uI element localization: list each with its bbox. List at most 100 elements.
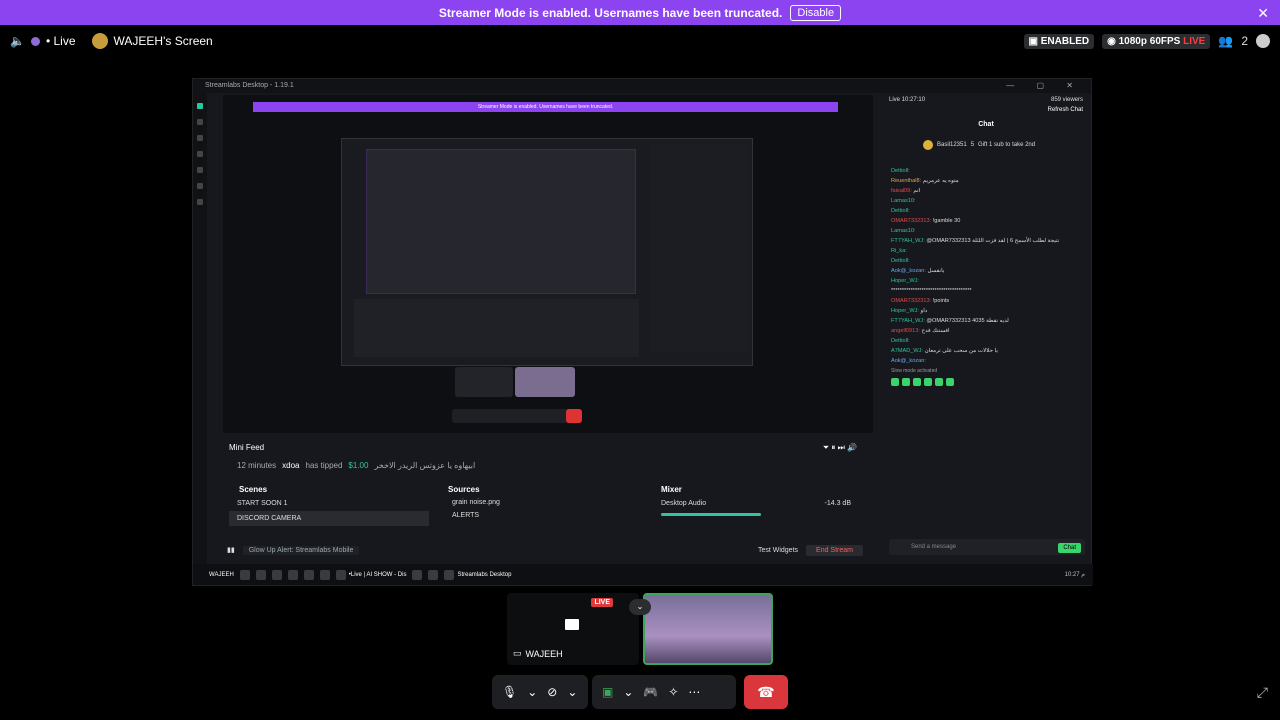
more-icon[interactable]: ⋯ <box>688 685 700 699</box>
chat-username[interactable]: Dettioll: <box>891 208 910 214</box>
window-title: Streamlabs Desktop - 1.19.1 <box>193 79 1091 93</box>
chat-username[interactable]: Aok@_kozan: <box>891 268 926 274</box>
chat-username[interactable]: Ri_ka: <box>891 248 907 254</box>
close-icon[interactable]: ✕ <box>1257 5 1269 22</box>
app-icon[interactable] <box>255 569 266 580</box>
chat-username[interactable]: Lamas10: <box>891 228 916 234</box>
themes-icon[interactable] <box>197 119 203 125</box>
nested-chat <box>650 145 748 351</box>
app-icon[interactable] <box>271 569 282 580</box>
glow-up-alert[interactable]: Glow Up Alert: Streamlabs Mobile <box>242 545 360 555</box>
stats-icon[interactable] <box>197 183 203 189</box>
taskbar-streamlabs[interactable]: Streamlabs Desktop <box>444 569 511 580</box>
mini-feed-controls[interactable]: ⏷ ⏸ ⏭ 🔊 <box>823 443 857 453</box>
layouts-icon[interactable] <box>197 135 203 141</box>
live-time: Live 10:27:10 <box>889 97 926 103</box>
screen-title: WAJEEH's Screen <box>113 34 213 48</box>
chat-text: يانقسل <box>927 268 945 274</box>
editor-icon[interactable] <box>197 103 203 109</box>
settings-icon[interactable] <box>197 199 203 205</box>
screen-share-icon[interactable]: ▣ <box>602 685 613 699</box>
call-controls: 🎙 ⌄ ⊘ ⌄ ▣ ⌄ 🎮 ✧ ⋯ ☎ <box>492 675 788 711</box>
chat-message: Dettioll: <box>891 256 1081 266</box>
disable-streamer-mode-button[interactable]: Disable <box>790 4 842 21</box>
emote-icon[interactable] <box>946 378 954 386</box>
emote-icon[interactable] <box>902 378 910 386</box>
participants-icon[interactable]: 👥 <box>1218 34 1233 48</box>
chat-username[interactable]: OMAR7332313: <box>891 298 931 304</box>
scenes-title: Scenes <box>239 485 268 494</box>
source-item[interactable]: grain noise.png <box>438 496 628 509</box>
mixer-title: Mixer <box>661 485 682 494</box>
store-icon[interactable] <box>197 167 203 173</box>
chat-username[interactable]: Aok@_kozan: <box>891 358 926 364</box>
taskbar-user: WAJEEH <box>209 571 234 578</box>
chat-username[interactable]: Dettioll: <box>891 258 910 264</box>
chevron-down-icon[interactable]: ⌄ <box>527 685 537 699</box>
camera-tile[interactable]: ⌄ <box>629 593 773 665</box>
app-icon[interactable] <box>239 569 250 580</box>
scene-item[interactable]: START SOON 1 <box>229 496 429 511</box>
emote-icon[interactable] <box>913 378 921 386</box>
microphone-icon[interactable]: 🎙 <box>502 685 517 699</box>
chat-message: Aok@_kozan: <box>891 356 1081 366</box>
gift-coin-icon <box>923 140 933 150</box>
emote-icon[interactable] <box>924 378 932 386</box>
emote-icon[interactable] <box>891 378 899 386</box>
soundboard-icon[interactable]: ✧ <box>668 685 678 699</box>
mini-feed-row: 12 minutes xdoa has tipped $1.00 ابيهاوه… <box>223 455 863 476</box>
gift-count: 5 <box>970 142 975 148</box>
chat-username[interactable]: angell0913: <box>891 328 920 334</box>
screen-share-tile[interactable]: LIVE ▭ WAJEEH <box>507 593 639 665</box>
end-stream-button[interactable]: End Stream <box>806 544 863 556</box>
app-icon[interactable] <box>303 569 314 580</box>
chat-username[interactable]: OMAR7332313: <box>891 218 931 224</box>
activity-group: ▣ ⌄ 🎮 ✧ ⋯ <box>592 675 736 709</box>
nested-thumb-screen <box>455 367 513 397</box>
feed-note: ابيهاوه يا عزوتس الريدر الاخخر <box>374 461 476 470</box>
tools-icon[interactable] <box>197 151 203 157</box>
chat-username[interactable]: Hoper_WJ: <box>891 308 919 314</box>
mixer-dock: Mixer Desktop Audio -14.3 dB <box>651 483 861 535</box>
feed-amount: $1.00 <box>348 461 369 470</box>
chat-username[interactable]: Dettioll: <box>891 338 910 344</box>
chevron-down-icon[interactable]: ⌄ <box>623 685 633 699</box>
window-controls[interactable]: — ▢ ✕ <box>1006 81 1083 90</box>
chat-bubble-icon[interactable] <box>1256 34 1270 48</box>
chat-send-button[interactable]: Chat <box>1058 543 1081 553</box>
chat-message: Aok@_kozan: يانقسل <box>891 266 1081 276</box>
volume-icon[interactable]: 🔈 <box>10 34 25 48</box>
chat-message: A7MAD_WJ: يا حلالات من سحب على ترمعان <box>891 346 1081 356</box>
bar-chart-icon[interactable]: ▮▮ <box>227 546 235 554</box>
emote-icon[interactable] <box>935 378 943 386</box>
shared-screen[interactable]: Streamlabs Desktop - 1.19.1 — ▢ ✕ Stream… <box>192 78 1093 586</box>
app-icon[interactable] <box>287 569 298 580</box>
chat-input[interactable]: Send a message <box>889 539 1085 555</box>
chat-username[interactable]: FT7YAH_WJ: <box>891 318 925 324</box>
scene-item[interactable]: DISCORD CAMERA <box>229 511 429 526</box>
tile-name: ▭ WAJEEH <box>513 648 563 659</box>
app-icon[interactable] <box>412 569 423 580</box>
taskbar-discord[interactable]: •Live | AI SHOW - Dis <box>335 569 406 580</box>
camera-off-icon[interactable]: ⊘ <box>547 685 557 699</box>
chat-username[interactable]: Hoper_WJ: <box>891 278 919 284</box>
app-icon[interactable] <box>428 569 439 580</box>
chat-username[interactable]: Dettioll: <box>891 168 910 174</box>
chevron-down-icon[interactable]: ⌄ <box>567 685 577 699</box>
refresh-chat-button[interactable]: Refresh Chat <box>883 105 1089 115</box>
fullscreen-icon[interactable]: ⤢ <box>1257 684 1268 701</box>
streamlabs-icon <box>444 569 455 580</box>
app-icon[interactable] <box>319 569 330 580</box>
volume-slider[interactable] <box>661 513 761 516</box>
chat-username[interactable]: Reuenthal8: <box>891 178 921 184</box>
chat-text: متوه يه عرمريم <box>922 178 959 184</box>
chat-username[interactable]: A7MAD_WJ: <box>891 348 923 354</box>
source-item[interactable]: ALERTS <box>438 509 628 522</box>
test-widgets-button[interactable]: Test Widgets <box>758 547 798 554</box>
gamepad-icon[interactable]: 🎮 <box>643 685 658 699</box>
leave-call-button[interactable]: ☎ <box>744 675 788 709</box>
chevron-down-icon[interactable]: ⌄ <box>629 599 651 615</box>
chat-username[interactable]: FT7YAH_WJ: <box>891 238 925 244</box>
chat-username[interactable]: faisal09: <box>891 188 912 194</box>
chat-username[interactable]: Lamas10: <box>891 198 916 204</box>
